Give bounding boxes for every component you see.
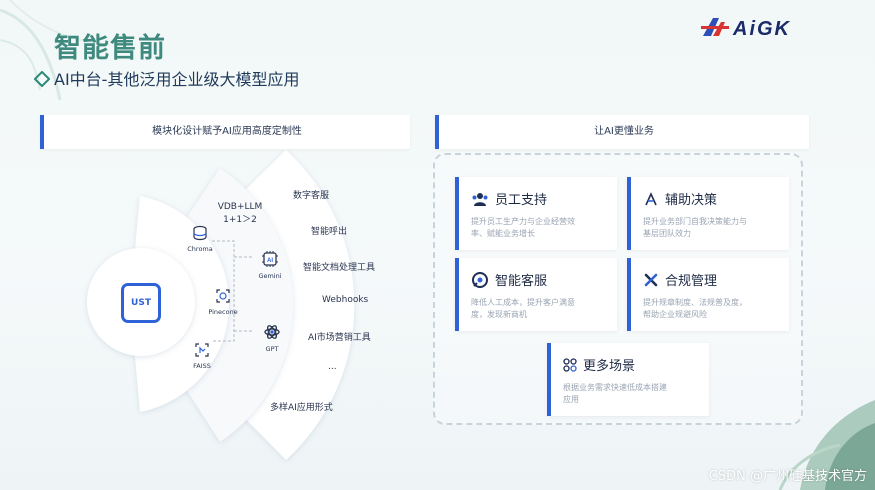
- ust-core-button[interactable]: UST: [121, 283, 161, 323]
- card-employee-support[interactable]: 员工支持 提升员工生产力与企业经营效 率、赋能业务增长: [455, 177, 617, 250]
- card-description: 降低人工成本，提升客户满意 度，发现新商机: [471, 298, 575, 319]
- card-smart-service[interactable]: 智能客服 降低人工成本，提升客户满意 度，发现新商机: [455, 258, 617, 331]
- page-subtitle: AI中台-其他泛用企业级大模型应用: [54, 70, 300, 89]
- vdb-item-chroma[interactable]: Chroma: [185, 225, 215, 253]
- card-title: 更多场景: [583, 359, 636, 374]
- database-icon: [193, 225, 207, 241]
- faiss-icon: [195, 343, 209, 357]
- pinecone-icon: [216, 289, 230, 303]
- chat-icon: [472, 271, 488, 288]
- vdb-item-pinecone[interactable]: Pinecone: [207, 288, 239, 316]
- outer-item-doc-tool[interactable]: 智能文档处理工具: [303, 260, 375, 273]
- card-title: 辅助决策: [665, 193, 718, 208]
- company-logo: AiGK: [699, 14, 859, 44]
- card-title: 智能客服: [495, 274, 548, 289]
- outer-item-ai-forms: 多样AI应用形式: [270, 403, 333, 413]
- card-decision-support[interactable]: 辅助决策 提升业务部门自我决策能力与 基层团队效力: [627, 177, 789, 250]
- left-section-label: 模块化设计赋予AI应用高度定制性: [152, 126, 302, 137]
- vdb-item-faiss[interactable]: FAISS: [188, 342, 216, 370]
- grid-icon: [563, 357, 577, 372]
- llm-item-gemini[interactable]: AI Gemini: [255, 250, 285, 280]
- people-icon: [472, 192, 488, 206]
- right-section-header: 让AI更懂业务: [435, 115, 809, 149]
- card-compliance[interactable]: 合规管理 提升规章制度、法规普及度， 帮助企业规避风险: [627, 258, 789, 331]
- outer-item-webhooks[interactable]: Webhooks: [322, 295, 368, 305]
- vdb-llm-title-line1: VDB+LLM: [217, 202, 263, 212]
- vdb-llm-title-line2: 1+1＞2: [223, 215, 257, 225]
- card-title: 员工支持: [495, 193, 548, 208]
- chroma-label: Chroma: [187, 245, 213, 253]
- left-section-header: 模块化设计赋予AI应用高度定制性: [40, 115, 410, 149]
- card-title: 合规管理: [665, 274, 718, 289]
- decision-icon: [645, 191, 657, 205]
- llm-item-gpt[interactable]: GPT: [258, 323, 286, 353]
- card-description: 提升规章制度、法规普及度， 帮助企业规避风险: [643, 298, 747, 319]
- svg-text:AI: AI: [267, 258, 273, 264]
- openai-icon: [264, 325, 280, 339]
- tools-icon: [644, 273, 658, 286]
- outer-item-digital-service[interactable]: 数字客服: [293, 188, 329, 201]
- page-title: 智能售前: [54, 33, 166, 64]
- card-description: 提升业务部门自我决策能力与 基层团队效力: [643, 217, 747, 238]
- card-description: 根据业务需求快速低成本搭建 应用: [563, 383, 667, 404]
- ai-chip-icon: AI: [262, 251, 278, 267]
- card-description: 提升员工生产力与企业经营效 率、赋能业务增长: [471, 217, 575, 238]
- vdb-llm-title: VDB+LLM 1+1＞2: [210, 201, 270, 227]
- pinecone-label: Pinecone: [208, 308, 238, 316]
- outer-item-marketing-tool[interactable]: AI市场营销工具: [308, 330, 371, 343]
- gemini-label: Gemini: [258, 272, 282, 280]
- card-more-scenarios[interactable]: 更多场景 根据业务需求快速低成本搭建 应用: [547, 343, 709, 416]
- faiss-label: FAISS: [193, 362, 211, 370]
- watermark: CSDN @广州硅基技术官方: [708, 469, 867, 484]
- right-section-label: 让AI更懂业务: [594, 126, 654, 137]
- outer-item-smart-call[interactable]: 智能呼出: [311, 224, 347, 237]
- gpt-label: GPT: [265, 345, 279, 353]
- outer-item-ellipsis: ...: [328, 362, 337, 372]
- svg-text:AiGK: AiGK: [732, 18, 791, 40]
- ust-label: UST: [131, 298, 151, 308]
